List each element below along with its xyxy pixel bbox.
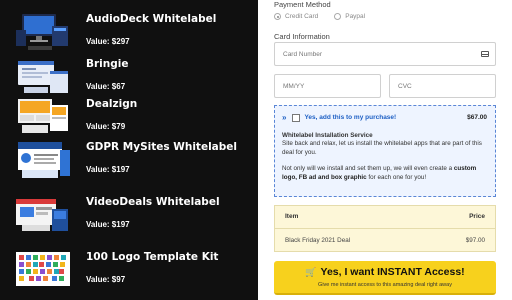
checkout-form: Payment Method Credit Card Paypal Card I…	[258, 0, 512, 300]
order-item-price: $97.00	[465, 237, 485, 244]
order-bump-offer: » Yes, add this to my purchase! $67.00 W…	[274, 105, 496, 197]
product-item: Bringie Value: $67	[0, 57, 258, 101]
order-bump-label[interactable]: Yes, add this to my purchase!	[304, 114, 396, 121]
credit-card-label[interactable]: Credit Card	[285, 13, 318, 20]
paypal-label[interactable]: Paypal	[345, 13, 365, 20]
audiodeck-product-image	[16, 14, 68, 50]
product-value: Value: $197	[86, 165, 130, 174]
product-name: AudioDeck Whitelabel	[86, 13, 217, 25]
expiry-field[interactable]: MM/YY	[274, 74, 381, 98]
cta-subtext: Give me instant access to this amazing d…	[318, 282, 452, 288]
order-summary-table: Item Price Black Friday 2021 Deal $97.00	[274, 205, 496, 252]
gdpr-mysites-product-image	[18, 142, 70, 178]
cvc-field[interactable]: CVC	[389, 74, 496, 98]
payment-method-options: Credit Card Paypal	[274, 13, 381, 20]
product-name: Dealzign	[86, 98, 138, 110]
service-title: Whitelabel Installation Service	[282, 132, 373, 139]
product-value: Value: $297	[86, 37, 130, 46]
credit-card-icon	[481, 51, 489, 57]
service-text-2-start: Not only will we install and set them up…	[282, 165, 454, 173]
product-name: 100 Logo Template Kit	[86, 251, 219, 263]
dealzign-product-image	[18, 99, 68, 133]
product-item: VideoDeals Whitelabel Value: $197	[0, 195, 258, 239]
product-item: AudioDeck Whitelabel Value: $297	[0, 12, 258, 56]
product-item: Dealzign Value: $79	[0, 97, 258, 141]
product-name: GDPR MySites Whitelabel	[86, 141, 237, 153]
order-bump-checkbox[interactable]	[292, 113, 301, 122]
cvc-placeholder: CVC	[398, 82, 412, 90]
product-name: Bringie	[86, 58, 129, 70]
table-divider	[275, 228, 495, 229]
price-column-header: Price	[469, 213, 485, 220]
videodeals-product-image	[16, 199, 68, 231]
paypal-radio[interactable]	[334, 13, 342, 20]
double-arrow-icon: »	[282, 113, 287, 122]
product-item: 100 Logo Template Kit Value: $97	[0, 250, 258, 294]
cart-icon: 🛒	[305, 267, 317, 277]
order-bump-header[interactable]: » Yes, add this to my purchase!	[282, 113, 396, 122]
product-value: Value: $97	[86, 275, 126, 284]
credit-card-radio[interactable]	[274, 13, 281, 20]
product-value: Value: $79	[86, 122, 126, 131]
product-item: GDPR MySites Whitelabel Value: $197	[0, 140, 258, 184]
item-column-header: Item	[285, 213, 299, 220]
card-information-title: Card Information	[274, 32, 330, 41]
service-text-1: Site back and relax, let us install the …	[282, 140, 482, 156]
expiry-placeholder: MM/YY	[283, 82, 305, 90]
order-bump-price: $67.00	[467, 114, 487, 121]
bundle-products-panel: AudioDeck Whitelabel Value: $297 Bringie…	[0, 0, 258, 300]
product-value: Value: $67	[86, 82, 126, 91]
instant-access-button[interactable]: 🛒 Yes, I want INSTANT Access! Give me ins…	[274, 261, 496, 295]
payment-method-title: Payment Method	[274, 0, 331, 9]
bringie-product-image	[18, 61, 68, 93]
product-value: Value: $197	[86, 220, 130, 229]
product-name: VideoDeals Whitelabel	[86, 196, 220, 208]
order-bump-description: Whitelabel Installation Service Site bac…	[282, 132, 492, 190]
logo-kit-product-image	[16, 252, 70, 286]
card-number-placeholder: Card Number	[283, 50, 323, 58]
cta-label: Yes, I want INSTANT Access!	[320, 266, 465, 278]
card-number-field[interactable]: Card Number	[274, 42, 496, 66]
cta-main-text: 🛒 Yes, I want INSTANT Access!	[274, 266, 496, 278]
service-text-2-end: for each one for you!	[366, 173, 427, 181]
service-text-2: Not only will we install and set them up…	[282, 165, 492, 182]
order-item-name: Black Friday 2021 Deal	[285, 237, 351, 244]
